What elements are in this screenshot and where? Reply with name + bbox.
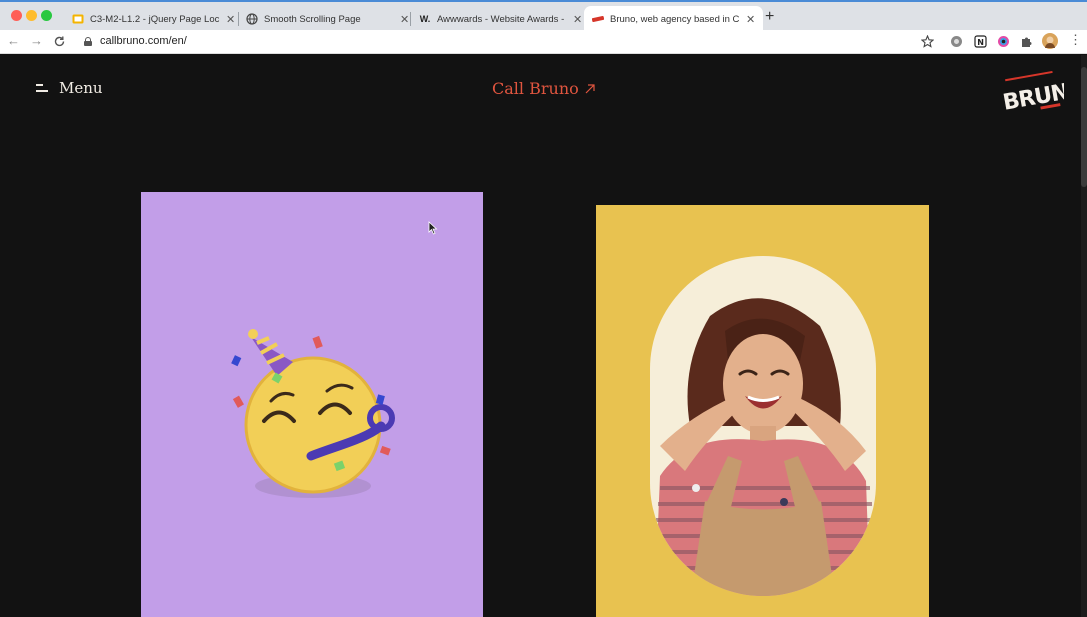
lock-icon bbox=[84, 36, 92, 46]
svg-text:N: N bbox=[977, 38, 984, 47]
call-bruno-link[interactable]: Call Bruno bbox=[492, 79, 596, 98]
bruno-icon bbox=[592, 13, 604, 25]
tab-label: C3-M2-L1.2 - jQuery Page Loc bbox=[90, 13, 220, 25]
menu-label: Menu bbox=[59, 79, 103, 97]
address-bar[interactable]: callbruno.com/en/ bbox=[84, 35, 187, 47]
forward-icon[interactable]: → bbox=[30, 33, 43, 48]
browser-tab[interactable]: Smooth Scrolling Page ✕ bbox=[238, 6, 417, 32]
scrollbar[interactable] bbox=[1081, 55, 1087, 617]
party-face-emoji bbox=[231, 329, 395, 498]
url-text: callbruno.com/en/ bbox=[100, 35, 187, 47]
back-icon[interactable]: ← bbox=[7, 33, 20, 48]
browser-tab[interactable]: C3-M2-L1.2 - jQuery Page Loc ✕ bbox=[64, 6, 243, 32]
close-tab-icon[interactable]: ✕ bbox=[573, 13, 582, 26]
call-label: Call Bruno bbox=[492, 79, 579, 98]
bruno-logo[interactable]: BRUNO bbox=[998, 71, 1064, 117]
browser-toolbar: ← → callbruno.com/en/ N ⋮ bbox=[0, 30, 1087, 54]
slides-icon bbox=[72, 13, 84, 25]
project-card-yellow[interactable] bbox=[596, 205, 929, 617]
extension-icon[interactable] bbox=[950, 35, 963, 48]
more-menu-icon[interactable]: ⋮ bbox=[1069, 32, 1082, 48]
color-picker-icon[interactable] bbox=[997, 35, 1010, 48]
close-window-button[interactable] bbox=[11, 10, 22, 21]
browser-tab-bar: C3-M2-L1.2 - jQuery Page Loc ✕ Smooth Sc… bbox=[0, 0, 1087, 32]
globe-icon bbox=[246, 13, 258, 25]
maximize-window-button[interactable] bbox=[41, 10, 52, 21]
close-tab-icon[interactable]: ✕ bbox=[746, 13, 755, 26]
browser-tab-active[interactable]: Bruno, web agency based in C ✕ bbox=[584, 6, 764, 32]
smiling-woman-portrait bbox=[655, 298, 872, 596]
puzzle-icon[interactable] bbox=[1020, 35, 1033, 48]
browser-tab[interactable]: W. Awwwards - Website Awards - ✕ bbox=[411, 6, 590, 32]
scrollbar-thumb[interactable] bbox=[1081, 67, 1087, 187]
new-tab-icon[interactable]: + bbox=[765, 9, 774, 25]
logo-text: BRUNO bbox=[1001, 77, 1064, 116]
hamburger-icon bbox=[36, 84, 48, 92]
project-card-purple[interactable] bbox=[141, 192, 483, 617]
tab-label: Smooth Scrolling Page bbox=[264, 13, 361, 25]
w-icon: W. bbox=[419, 14, 431, 24]
minimize-window-button[interactable] bbox=[26, 10, 37, 21]
close-tab-icon[interactable]: ✕ bbox=[226, 13, 235, 26]
profile-avatar[interactable] bbox=[1042, 33, 1058, 49]
page-content: Menu Call Bruno BRUNO bbox=[0, 55, 1087, 617]
close-tab-icon[interactable]: ✕ bbox=[400, 13, 409, 26]
notion-icon[interactable]: N bbox=[974, 35, 987, 48]
menu-button[interactable]: Menu bbox=[36, 79, 103, 97]
arrow-up-right-icon bbox=[585, 83, 595, 93]
portrait-frame bbox=[650, 256, 876, 596]
mouse-cursor-icon bbox=[428, 221, 438, 235]
tab-label: Bruno, web agency based in C bbox=[610, 13, 740, 25]
tab-label: Awwwards - Website Awards - bbox=[437, 13, 565, 25]
reload-icon[interactable] bbox=[53, 35, 66, 48]
bookmark-star-icon[interactable] bbox=[920, 34, 935, 48]
